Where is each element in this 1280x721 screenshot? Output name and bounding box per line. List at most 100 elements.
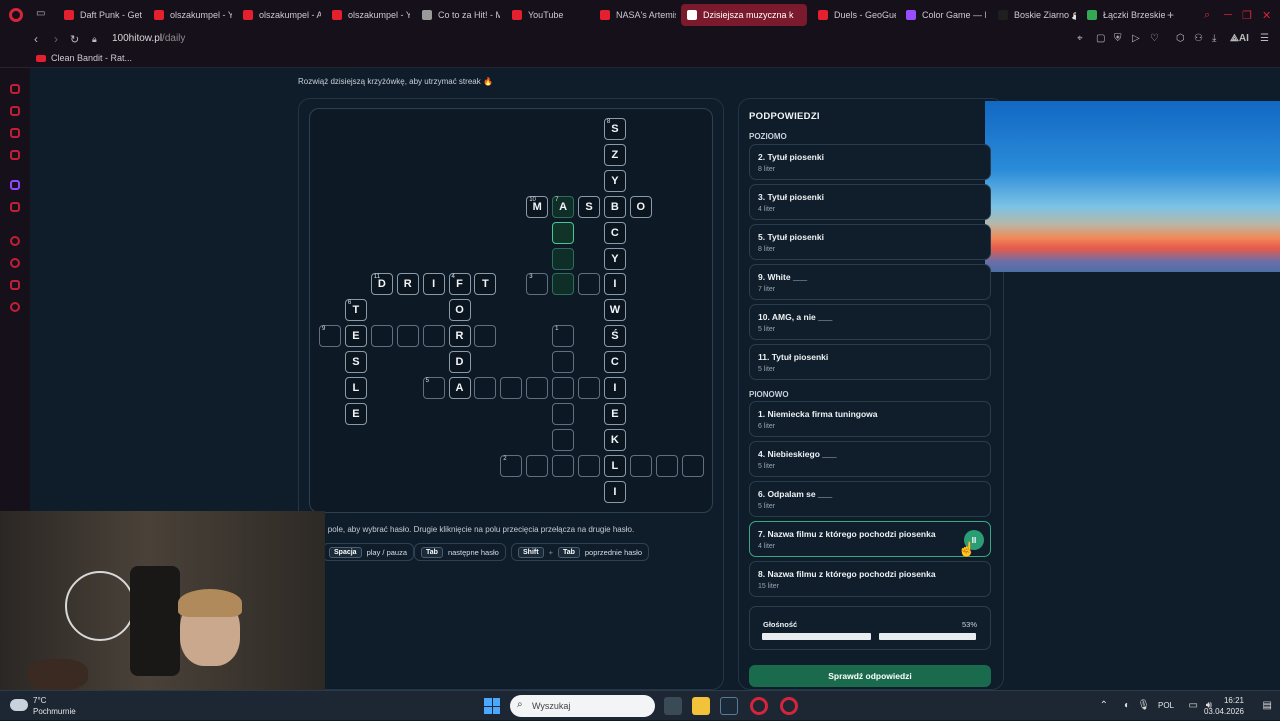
crossword-cell[interactable]: L [603, 454, 626, 477]
crossword-cell[interactable]: I [603, 377, 626, 399]
clue-item[interactable]: 7. Nazwa filmu z którego pochodzi piosen… [749, 521, 991, 557]
pin-icon[interactable]: ⌖ [1077, 33, 1083, 44]
language-indicator[interactable]: POL [1158, 701, 1174, 710]
clue-item[interactable]: 5. Tytuł piosenki 8 liter [749, 224, 991, 260]
sidebar-player-icon[interactable] [10, 236, 20, 246]
crossword-cell[interactable]: R [396, 273, 419, 296]
crossword-cell[interactable]: Z [603, 143, 626, 166]
crossword-cell[interactable]: T [474, 273, 497, 296]
taskbar-search-input[interactable]: ⌕ Wyszukaj [510, 695, 655, 717]
crossword-cell[interactable]: 11 D [370, 273, 393, 296]
weather-widget[interactable]: 7°C Pochmurnie [33, 695, 76, 717]
shield-icon[interactable]: ⛨ [1114, 33, 1122, 44]
sidebar-twitch-icon[interactable] [10, 180, 20, 190]
crossword-cell[interactable]: 3 [526, 273, 549, 296]
crossword-cell[interactable]: 5 [422, 377, 445, 399]
crossword-cell[interactable]: C [603, 221, 626, 244]
crossword-cell[interactable] [474, 325, 497, 348]
crossword-cell[interactable]: C [603, 351, 626, 374]
crossword-cell[interactable]: Y [603, 169, 626, 192]
crossword-cell[interactable]: K [603, 428, 626, 451]
windows-start-icon[interactable] [484, 698, 500, 714]
sidebar-bag-icon[interactable] [10, 106, 20, 116]
crossword-cell[interactable]: W [603, 299, 626, 322]
opera-gx-icon[interactable] [780, 697, 798, 715]
search-tabs-icon[interactable]: ⌕ [1204, 9, 1210, 22]
crossword-cell[interactable] [370, 325, 393, 348]
crossword-cell[interactable] [655, 454, 678, 477]
opera-taskbar-icon[interactable] [750, 697, 768, 715]
display-icon[interactable]: ▭ [1189, 700, 1198, 711]
crossword-cell[interactable] [578, 377, 600, 399]
crossword-cell[interactable] [552, 351, 575, 374]
browser-tab[interactable]: Łączki Brzeskie [1081, 4, 1165, 26]
crossword-cell[interactable]: 2 [500, 454, 523, 477]
close-window-icon[interactable]: ✕ [1262, 9, 1271, 22]
clue-item[interactable]: 9. White ___ 7 liter [749, 264, 991, 300]
crossword-cell[interactable]: I [422, 273, 445, 296]
back-icon[interactable]: ‹ [34, 32, 38, 46]
maximize-icon[interactable]: ❐ [1242, 9, 1252, 22]
sidebar-music-icon[interactable] [10, 202, 20, 212]
crossword-cell[interactable]: 4F [448, 273, 471, 296]
sidebar-aria-icon[interactable] [10, 84, 20, 94]
crossword-cell[interactable] [552, 273, 575, 296]
crossword-cell[interactable]: R [448, 325, 471, 348]
crossword-cell[interactable]: B [603, 195, 626, 218]
crossword-cell[interactable] [552, 402, 575, 425]
check-answers-button[interactable]: Sprawdź odpowiedzi [749, 665, 991, 687]
crossword-cell[interactable]: 8S [603, 118, 626, 140]
sidebar-history-icon[interactable] [10, 258, 20, 268]
crossword-cell[interactable] [552, 377, 575, 399]
crossword-cell[interactable]: S [578, 195, 600, 218]
clue-item[interactable]: 4. Niebieskiego ___ 5 liter [749, 441, 991, 477]
menu-icon[interactable]: ☰ [1260, 33, 1269, 44]
crossword-cell[interactable]: 9 [319, 325, 341, 348]
volume-slider-filled[interactable] [762, 633, 871, 640]
browser-tab[interactable]: olszakumpel - Y [326, 4, 410, 26]
browser-tab[interactable]: olszakumpel - Y [148, 4, 232, 26]
crossword-cell[interactable]: A [448, 377, 471, 399]
forward-icon[interactable]: › [54, 32, 58, 46]
crossword-cell[interactable] [552, 428, 575, 451]
tray-app-icon[interactable]: ◐ [1124, 700, 1130, 711]
tab-menu-icon[interactable]: ▭ [36, 8, 45, 19]
sidebar-settings-icon[interactable] [10, 302, 20, 312]
crossword-cell[interactable] [578, 454, 600, 477]
crossword-cell[interactable]: S [344, 351, 367, 374]
crossword-cell[interactable]: 10 M [526, 195, 549, 218]
browser-tab[interactable]: Boskie Ziarno ☕ [992, 4, 1076, 26]
notification-icon[interactable]: ▤ [1263, 700, 1272, 711]
steam-icon[interactable] [720, 697, 738, 715]
download-icon[interactable]: ⤓ [1212, 33, 1216, 44]
crossword-cell[interactable] [552, 454, 575, 477]
profile-icon[interactable]: ⚇ [1194, 33, 1203, 44]
crossword-cell[interactable] [552, 247, 575, 270]
heart-icon[interactable]: ♡ [1150, 33, 1159, 44]
task-view-icon[interactable] [664, 697, 682, 715]
sidebar-messenger-icon[interactable] [10, 128, 20, 138]
bookmark-item[interactable]: Clean Bandit - Rat... [36, 53, 132, 63]
opera-logo-icon[interactable] [9, 8, 23, 22]
crossword-cell[interactable] [526, 454, 549, 477]
microphone-icon[interactable]: 🎙︎ [1137, 700, 1150, 711]
crossword-cell[interactable] [552, 221, 575, 244]
snapshot-icon[interactable]: ▢ [1096, 33, 1105, 44]
crossword-cell[interactable] [629, 454, 652, 477]
crossword-cell[interactable]: I [603, 480, 626, 503]
clock[interactable]: 16:21 03.04.2026 [1204, 695, 1244, 717]
browser-tab[interactable]: NASA's Artemis [594, 4, 676, 26]
browser-tab[interactable]: Color Game — I [900, 4, 986, 26]
clue-item[interactable]: 1. Niemiecka firma tuningowa 6 liter [749, 401, 991, 437]
file-explorer-icon[interactable] [692, 697, 710, 715]
crossword-cell[interactable]: 6T [344, 299, 367, 322]
crossword-cell[interactable]: 1 [552, 325, 575, 348]
reload-icon[interactable]: ↻ [70, 33, 79, 46]
crossword-cell[interactable]: E [344, 402, 367, 425]
browser-tab[interactable]: Daft Punk - Get [58, 4, 142, 26]
browser-tab[interactable]: Dzisiejsza muzyczna k [681, 4, 807, 26]
crossword-cell[interactable] [500, 377, 523, 399]
tray-overflow-icon[interactable]: ⌃ [1100, 700, 1108, 711]
sidebar-ai-icon[interactable] [10, 150, 20, 160]
crossword-cell[interactable] [681, 454, 704, 477]
